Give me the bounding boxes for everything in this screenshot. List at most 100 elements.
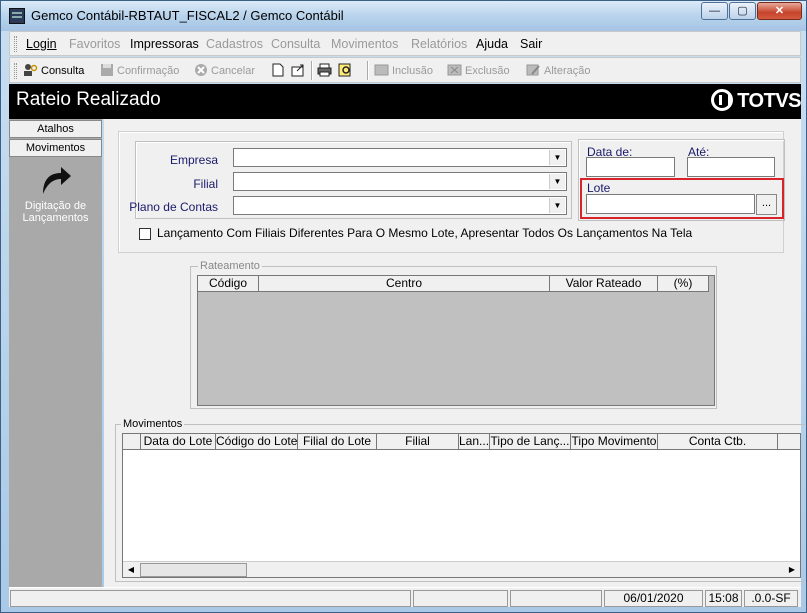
menu-cadastros[interactable]: Cadastros xyxy=(206,37,263,51)
preview-button[interactable] xyxy=(338,62,356,80)
status-panel-message xyxy=(10,590,411,607)
status-panel-3 xyxy=(510,590,602,607)
document-icon xyxy=(270,63,285,77)
inclusao-button[interactable]: Inclusão xyxy=(374,62,433,80)
app-icon xyxy=(9,8,25,24)
printer-icon xyxy=(317,63,332,77)
alteracao-button[interactable]: Alteração xyxy=(526,62,590,80)
totvs-logo-icon xyxy=(711,89,734,111)
minimize-button[interactable]: — xyxy=(701,2,728,20)
cancelar-button[interactable]: Cancelar xyxy=(193,62,255,80)
lote-input[interactable] xyxy=(586,194,755,214)
print-button[interactable] xyxy=(317,62,335,80)
confirmacao-label: Confirmação xyxy=(117,65,180,77)
ate-input[interactable] xyxy=(687,157,775,177)
exclusao-label: Exclusão xyxy=(465,65,510,77)
cancelar-label: Cancelar xyxy=(211,65,256,77)
menu-impressoras[interactable]: Impressoras xyxy=(130,37,199,51)
toolbar-separator xyxy=(311,61,313,80)
empresa-label: Empresa xyxy=(169,153,218,167)
new-document-button[interactable] xyxy=(270,62,288,80)
status-date: 06/01/2020 xyxy=(604,590,703,607)
menu-favoritos[interactable]: Favoritos xyxy=(69,37,120,51)
filial-select[interactable]: ▼ xyxy=(233,172,567,191)
main-panel: Empresa ▼ Filial ▼ Plano de Contas ▼ Dat… xyxy=(104,119,805,587)
menu-ajuda[interactable]: Ajuda xyxy=(476,37,508,51)
menu-sair[interactable]: Sair xyxy=(520,37,542,51)
sidebar-action-line1: Digitação de xyxy=(24,200,87,212)
status-panel-2 xyxy=(413,590,508,607)
rateamento-col-codigo[interactable]: Código xyxy=(198,276,259,292)
plano-contas-select[interactable]: ▼ xyxy=(233,196,567,215)
menu-consulta[interactable]: Consulta xyxy=(271,37,320,51)
movimentos-col-codigo-lote[interactable]: Código do Lote xyxy=(216,434,298,450)
menu-relatorios[interactable]: Relatórios xyxy=(411,37,467,51)
inclusao-label: Inclusão xyxy=(392,65,433,77)
movimentos-grid[interactable]: Data do Lote Código do Lote Filial do Lo… xyxy=(122,433,801,578)
add-record-icon xyxy=(374,63,389,77)
chevron-down-icon[interactable]: ▼ xyxy=(549,150,565,165)
movimentos-col-lan[interactable]: Lan... xyxy=(459,434,490,450)
rateamento-grid[interactable]: Código Centro Valor Rateado (%) xyxy=(197,275,715,406)
cancel-icon xyxy=(193,63,208,77)
maximize-button[interactable]: ▢ xyxy=(729,2,756,20)
status-time: 15:08 xyxy=(705,590,742,607)
menu-grip xyxy=(14,36,17,52)
sidebar-action-line2: Lançamentos xyxy=(22,212,89,224)
status-bar: 06/01/2020 15:08 .0.0-SF xyxy=(9,587,801,607)
edit-record-icon xyxy=(526,63,541,77)
alteracao-label: Alteração xyxy=(544,65,591,77)
totvs-logo: TOTVS xyxy=(711,89,801,113)
plano-contas-label: Plano de Contas xyxy=(129,200,218,214)
consulta-button[interactable]: Consulta xyxy=(23,62,84,80)
menu-login[interactable]: Login xyxy=(26,37,57,51)
save-icon xyxy=(99,63,114,77)
exclusao-button[interactable]: Exclusão xyxy=(447,62,510,80)
filiais-diferentes-checkbox[interactable] xyxy=(139,228,151,240)
movimentos-col-tipo-lanc[interactable]: Tipo de Lanç... xyxy=(490,434,571,450)
curved-arrow-icon xyxy=(42,167,71,194)
data-de-input[interactable] xyxy=(586,157,675,177)
title-bar[interactable]: Gemco Contábil-RBTAUT_FISCAL2 / Gemco Co… xyxy=(1,1,806,31)
menu-bar: Login Favoritos Impressoras Cadastros Co… xyxy=(9,31,801,56)
application-window: Gemco Contábil-RBTAUT_FISCAL2 / Gemco Co… xyxy=(0,0,807,613)
sidebar: Atalhos Movimentos Digitação de Lançamen… xyxy=(9,119,102,587)
scroll-right-icon[interactable]: ▶ xyxy=(784,562,800,578)
movimentos-col-data-lote[interactable]: Data do Lote xyxy=(141,434,216,450)
movimentos-row-indicator-header xyxy=(123,434,141,450)
movimentos-legend: Movimentos xyxy=(121,418,185,430)
rateamento-col-valor-rateado[interactable]: Valor Rateado xyxy=(550,276,658,292)
export-icon xyxy=(291,63,306,77)
lote-label: Lote xyxy=(587,181,611,195)
consulta-label: Consulta xyxy=(41,65,85,77)
lote-lookup-button[interactable]: ... xyxy=(756,194,777,215)
close-button[interactable]: ✕ xyxy=(757,2,802,20)
chevron-down-icon[interactable]: ▼ xyxy=(549,198,565,213)
chevron-down-icon[interactable]: ▼ xyxy=(549,174,565,189)
rateamento-col-percent[interactable]: (%) xyxy=(658,276,709,292)
toolbar-grip xyxy=(14,63,17,79)
sidebar-tab-movimentos[interactable]: Movimentos xyxy=(9,139,102,157)
page-title: Rateio Realizado xyxy=(16,89,161,110)
scroll-left-icon[interactable]: ◀ xyxy=(123,562,139,578)
status-version: .0.0-SF xyxy=(744,590,798,607)
confirmacao-button[interactable]: Confirmação xyxy=(99,62,179,80)
totvs-logo-text: TOTVS xyxy=(737,90,801,112)
movimentos-horizontal-scrollbar[interactable]: ◀ ▶ xyxy=(123,561,800,577)
filial-label: Filial xyxy=(193,177,218,191)
rateamento-col-centro[interactable]: Centro xyxy=(259,276,550,292)
menu-movimentos[interactable]: Movimentos xyxy=(331,37,398,51)
sidebar-item-digitacao-lancamentos[interactable]: Digitação de Lançamentos xyxy=(9,164,102,224)
window-title: Gemco Contábil-RBTAUT_FISCAL2 / Gemco Co… xyxy=(31,8,344,23)
empresa-select[interactable]: ▼ xyxy=(233,148,567,167)
movimentos-col-conta-ctb[interactable]: Conta Ctb. xyxy=(658,434,778,450)
movimentos-col-filler xyxy=(778,434,800,450)
movimentos-col-filial[interactable]: Filial xyxy=(377,434,459,450)
toolbar-separator xyxy=(367,61,369,80)
toolbar: Consulta Confirmação Cancelar Inclusão E… xyxy=(9,57,801,83)
scrollbar-thumb[interactable] xyxy=(140,563,247,577)
movimentos-col-filial-lote[interactable]: Filial do Lote xyxy=(298,434,377,450)
sidebar-tab-atalhos[interactable]: Atalhos xyxy=(9,120,102,138)
movimentos-col-tipo-movimento[interactable]: Tipo Movimento xyxy=(571,434,658,450)
export-button[interactable] xyxy=(291,62,309,80)
